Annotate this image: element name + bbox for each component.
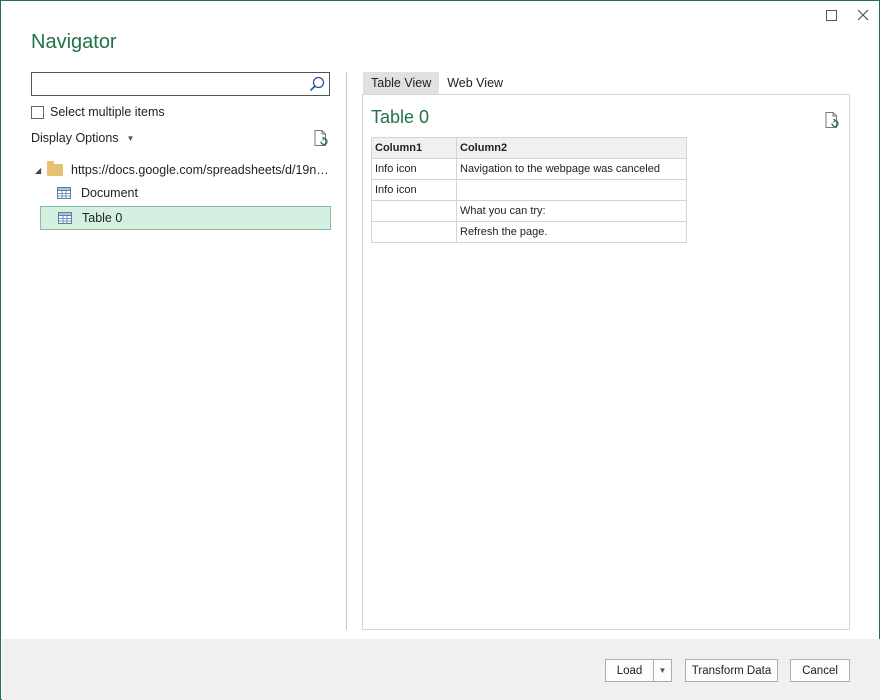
table-row: Info icon Navigation to the webpage was … (371, 158, 687, 180)
table-cell (371, 221, 457, 243)
caret-down-icon: ▼ (658, 666, 667, 675)
close-button[interactable] (852, 5, 874, 25)
tree-root-node[interactable]: ◢ https://docs.google.com/spreadsheets/d… (35, 160, 331, 180)
column-header[interactable]: Column1 (371, 137, 457, 159)
table-icon (57, 187, 71, 199)
table-cell: Refresh the page. (456, 221, 687, 243)
tree-item-label: Document (81, 186, 138, 200)
table-cell: Info icon (371, 158, 457, 180)
load-button[interactable]: Load (605, 659, 654, 682)
table-cell (371, 200, 457, 222)
table-row: What you can try: (371, 200, 687, 222)
refresh-icon[interactable] (823, 111, 841, 129)
tree-item-document[interactable]: Document (40, 181, 331, 205)
dialog-title: Navigator (31, 31, 117, 53)
navigator-window: Navigator Select multiple items Display … (0, 0, 880, 700)
table-cell (456, 179, 687, 201)
preview-title: Table 0 (371, 107, 430, 127)
folder-icon (47, 161, 63, 176)
cancel-button[interactable]: Cancel (790, 659, 850, 682)
tab-web-view[interactable]: Web View (439, 72, 511, 94)
table-row: Info icon (371, 179, 687, 201)
select-multiple-checkbox[interactable] (31, 105, 44, 119)
pane-divider[interactable] (346, 72, 347, 630)
view-tabs: Table View Web View (363, 72, 511, 94)
display-options-label: Display Options (31, 131, 119, 145)
table-cell: What you can try: (456, 200, 687, 222)
collapse-arrow-icon[interactable]: ◢ (35, 166, 47, 175)
column-header[interactable]: Column2 (456, 137, 687, 159)
load-dropdown-button[interactable]: ▼ (653, 659, 672, 682)
table-row: Refresh the page. (371, 221, 687, 243)
close-icon (857, 9, 869, 21)
square-icon (825, 9, 837, 21)
display-options-button[interactable]: Display Options ▼ (31, 131, 134, 145)
dialog-footer: Load ▼ Transform Data Cancel (2, 639, 880, 700)
tab-table-view[interactable]: Table View (363, 72, 440, 94)
select-multiple-row[interactable]: Select multiple items (31, 105, 165, 119)
tree-item-label: Table 0 (82, 211, 123, 225)
maximize-button[interactable] (820, 5, 842, 25)
table-cell: Info icon (371, 179, 457, 201)
tree-root-label: https://docs.google.com/spreadsheets/d/1… (71, 163, 329, 177)
preview-panel: Table 0 Column1 Column2 Info icon Naviga… (362, 94, 850, 630)
transform-data-button[interactable]: Transform Data (685, 659, 778, 682)
tree-item-table-0[interactable]: Table 0 (40, 206, 331, 230)
table-cell: Navigation to the webpage was canceled (456, 158, 687, 180)
search-input[interactable] (32, 73, 302, 95)
table-header-row: Column1 Column2 (371, 137, 687, 159)
table-icon (58, 212, 72, 224)
caret-down-icon: ▼ (126, 133, 135, 143)
preview-table: Column1 Column2 Info icon Navigation to … (371, 137, 687, 243)
select-multiple-label: Select multiple items (50, 105, 165, 119)
search-box[interactable] (31, 72, 330, 96)
refresh-icon[interactable] (312, 129, 330, 147)
search-icon[interactable] (308, 75, 326, 93)
